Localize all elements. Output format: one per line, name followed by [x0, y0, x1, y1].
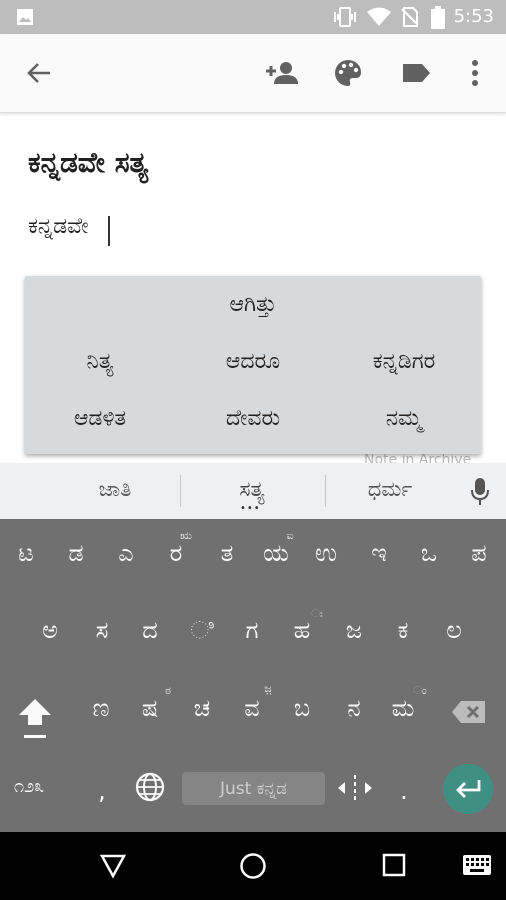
key-hint: ಐ: [286, 529, 294, 542]
key[interactable]: ಬ: [279, 694, 325, 722]
key[interactable]: ಅ: [27, 616, 73, 644]
vibrate-icon: [334, 7, 356, 27]
key[interactable]: ಗ: [229, 616, 275, 644]
keyboard: ಟ ಡ ಎ ರ ಋ ತ ಯ ಐ ಉ ಇ ಒ ಪ ಅ ಸ ದ ಿ ಗ ಹ ಃ ಜ …: [0, 519, 506, 832]
key-hint: ಃ: [311, 607, 323, 620]
symbols-key[interactable]: ೧೨೩: [14, 776, 44, 797]
label-button[interactable]: [392, 49, 440, 97]
comma-key[interactable]: ,: [79, 777, 125, 805]
popup-suggestion[interactable]: ಆದರೂ: [178, 349, 328, 374]
key[interactable]: ದ: [127, 616, 173, 644]
add-collaborator-icon: [266, 62, 298, 84]
key[interactable]: ಉ: [303, 539, 349, 567]
suggestion-strip: ಜಾತಿ ಸತ್ಯ ••• ಧರ್ಮ: [0, 463, 506, 519]
enter-arrow-icon: [456, 780, 481, 798]
back-triangle-icon[interactable]: [99, 853, 127, 879]
popup-suggestion[interactable]: ಆಡಳಿತ: [25, 406, 175, 431]
text-caret: [108, 216, 110, 246]
palette-button[interactable]: [324, 49, 372, 97]
backspace-key[interactable]: [449, 696, 489, 728]
key[interactable]: ವ: [229, 694, 275, 722]
backspace-icon: [452, 701, 485, 723]
more-suggestions-popup: ಆಗಿತ್ತು ನಿತ್ಯ ಆದರೂ ಕನ್ನಡಿಗರ ಆಡಳಿತ ದೇವರು …: [25, 276, 481, 454]
key[interactable]: ಯ: [253, 539, 299, 567]
key[interactable]: ಡ: [53, 539, 99, 567]
back-button[interactable]: [15, 49, 63, 97]
key[interactable]: ಒ: [406, 539, 452, 567]
recents-square-icon[interactable]: [382, 853, 406, 877]
key-hint: ಜ಼: [264, 682, 272, 695]
key[interactable]: ಷ: [127, 694, 173, 722]
note-title[interactable]: ಕನ್ನಡವೇ ಸತ್ಯ: [28, 146, 148, 180]
popup-suggestion[interactable]: ಆಗಿತ್ತು: [178, 292, 328, 317]
cursor-move-icon: [338, 775, 372, 801]
label-icon: [403, 64, 430, 82]
popup-suggestion[interactable]: ನಮ್ಮ: [329, 406, 479, 431]
shift-arrow-icon: [19, 699, 51, 738]
battery-icon: [431, 6, 445, 29]
popup-suggestion[interactable]: ದೇವರು: [178, 406, 328, 431]
note-body[interactable]: ಕನ್ನಡವೇ: [28, 214, 88, 239]
key[interactable]: ಲ: [431, 616, 477, 644]
gallery-icon: [17, 9, 33, 25]
key[interactable]: ಮ: [380, 694, 426, 722]
app-bar: [0, 34, 506, 113]
back-arrow-icon: [27, 63, 50, 83]
key[interactable]: ಿ: [179, 616, 225, 644]
more-suggestions-indicator[interactable]: •••: [240, 503, 261, 514]
home-circle-icon[interactable]: [239, 852, 267, 880]
key-hint: ಋ: [180, 529, 192, 542]
key[interactable]: ಜ: [331, 616, 377, 644]
no-sim-icon: [401, 7, 419, 27]
popup-suggestion[interactable]: ಕನ್ನಡಿಗರ: [329, 349, 479, 374]
shift-key[interactable]: [14, 687, 56, 743]
suggestion-word-primary[interactable]: ಸತ್ಯ: [177, 477, 327, 502]
globe-icon: [135, 772, 165, 802]
wifi-icon: [367, 7, 391, 26]
period-key[interactable]: .: [381, 777, 427, 805]
key[interactable]: ಟ: [3, 539, 49, 567]
key[interactable]: ನ: [331, 694, 377, 722]
cursor-move-key[interactable]: [336, 773, 374, 807]
key[interactable]: ಇ: [356, 539, 402, 567]
key[interactable]: ಸ: [79, 616, 125, 644]
palette-icon: [335, 60, 361, 86]
status-bar: 5:53: [0, 0, 506, 34]
mic-icon[interactable]: [470, 477, 490, 507]
clock: 5:53: [453, 6, 494, 27]
key[interactable]: ಚ: [179, 694, 225, 722]
key-hint: ಂ: [413, 684, 427, 697]
spacebar[interactable]: Just ಕನ್ನಡ: [182, 772, 325, 805]
suggestion-word[interactable]: ಜಾತಿ: [40, 477, 190, 502]
key[interactable]: ಪ: [456, 539, 502, 567]
add-collaborator-button[interactable]: [257, 49, 305, 97]
key[interactable]: ತ: [204, 539, 250, 567]
more-options-button[interactable]: [451, 49, 499, 97]
key[interactable]: ಎ: [103, 539, 149, 567]
popup-suggestion[interactable]: ನಿತ್ಯ: [25, 349, 175, 374]
enter-key[interactable]: [443, 764, 493, 814]
key-hint: ಠ: [165, 684, 171, 697]
key[interactable]: ರ: [153, 539, 199, 567]
suggestion-word[interactable]: ಧರ್ಮ: [315, 477, 465, 502]
key[interactable]: ಕ: [380, 616, 426, 644]
navigation-bar: [0, 832, 506, 900]
keyboard-switch-icon[interactable]: [462, 854, 492, 876]
language-key[interactable]: [134, 771, 166, 807]
key[interactable]: ಣ: [78, 694, 124, 722]
more-vert-icon: [472, 60, 478, 86]
